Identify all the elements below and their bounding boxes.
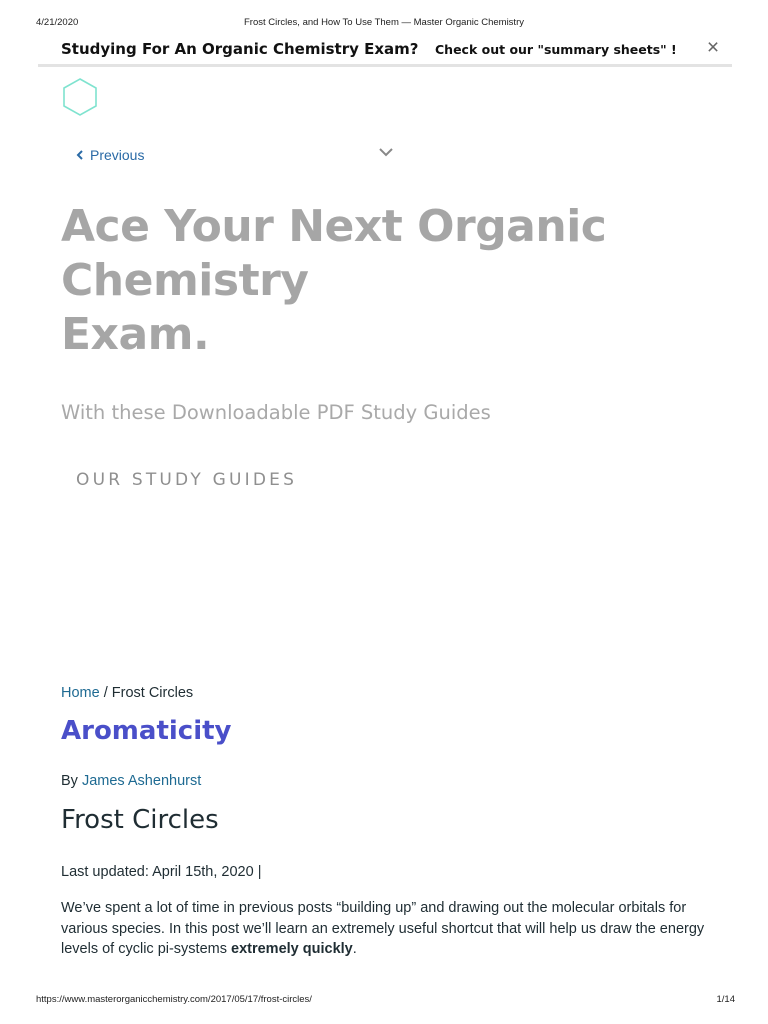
intro-emphasis: extremely quickly <box>231 941 353 957</box>
post-title: Frost Circles <box>61 805 219 835</box>
logo-hexagon <box>63 78 97 116</box>
print-header: 4/21/2020 Frost Circles, and How To Use … <box>0 17 768 29</box>
hero-title-line: Ace Your Next Organic <box>61 201 607 252</box>
hero-title-line: Exam. <box>61 309 210 360</box>
intro-paragraph: We’ve spent a lot of time in previous po… <box>61 898 711 960</box>
print-page-number: 1/14 <box>716 994 736 1005</box>
last-updated: Last updated: April 15th, 2020 | <box>61 864 262 880</box>
hexagon-logo-icon[interactable] <box>60 77 100 117</box>
breadcrumb-home-link[interactable]: Home <box>61 685 100 701</box>
chevron-left-icon <box>76 150 83 160</box>
byline: By James Ashenhurst <box>61 773 201 789</box>
promo-bar: Studying For An Organic Chemistry Exam? … <box>38 36 732 67</box>
breadcrumb-separator: / <box>99 685 112 701</box>
hero-subtitle: With these Downloadable PDF Study Guides <box>61 401 491 424</box>
breadcrumb-current: Frost Circles <box>111 685 194 701</box>
author-link[interactable]: James Ashenhurst <box>82 773 201 789</box>
hero-title-line: Chemistry <box>61 255 309 306</box>
print-page-title: Frost Circles, and How To Use Them — Mas… <box>244 17 524 28</box>
close-icon[interactable]: × <box>702 36 724 60</box>
print-url: https://www.masterorganicchemistry.com/2… <box>36 994 312 1005</box>
breadcrumb: Home / Frost Circles <box>61 685 193 701</box>
intro-text: We’ve spent a lot of time in previous po… <box>61 900 705 957</box>
intro-end: . <box>352 941 357 957</box>
previous-link[interactable]: Previous <box>76 146 144 164</box>
chevron-down-icon[interactable] <box>377 145 395 159</box>
category-link[interactable]: Aromaticity <box>61 716 232 746</box>
promo-headline: Studying For An Organic Chemistry Exam? <box>61 40 419 58</box>
hero-title: Ace Your Next Organic Chemistry Exam. <box>61 200 681 362</box>
previous-label: Previous <box>90 147 145 163</box>
study-guides-button[interactable]: OUR STUDY GUIDES <box>76 470 297 490</box>
promo-summary-sheets-link[interactable]: Check out our "summary sheets" ! <box>435 42 677 57</box>
byline-label: By <box>61 773 82 789</box>
